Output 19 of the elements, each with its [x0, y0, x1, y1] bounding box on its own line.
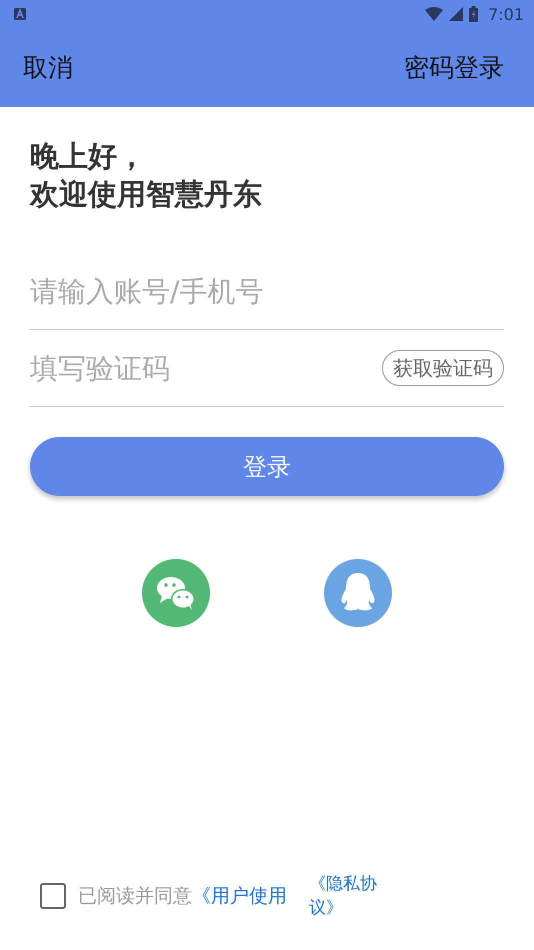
- agreement-text: 已阅读并同意: [78, 884, 192, 909]
- agree-checkbox[interactable]: [40, 883, 66, 909]
- notification-icon: [14, 8, 26, 20]
- agreement-link[interactable]: 《用户使用: [192, 883, 287, 909]
- signal-icon: [449, 7, 464, 21]
- privacy-link[interactable]: 《隐私协 议》: [309, 872, 377, 920]
- chat-bubbles-icon[interactable]: [142, 559, 210, 627]
- password-login-button[interactable]: 密码登录: [404, 51, 504, 84]
- status-time: 7:01: [488, 4, 524, 24]
- welcome-title: 欢迎使用智慧丹东: [30, 176, 263, 213]
- battery-icon: [469, 6, 478, 22]
- cancel-button[interactable]: 取消: [23, 51, 73, 84]
- login-button[interactable]: 登录: [30, 437, 504, 496]
- code-field[interactable]: 填写验证码: [30, 352, 382, 384]
- account-field[interactable]: 请输入账号/手机号: [30, 274, 504, 308]
- penguin-icon[interactable]: [324, 559, 392, 627]
- wifi-icon: [425, 7, 444, 21]
- get-code-button[interactable]: 获取验证码: [382, 350, 504, 386]
- greeting-text: 晚上好，: [30, 138, 147, 175]
